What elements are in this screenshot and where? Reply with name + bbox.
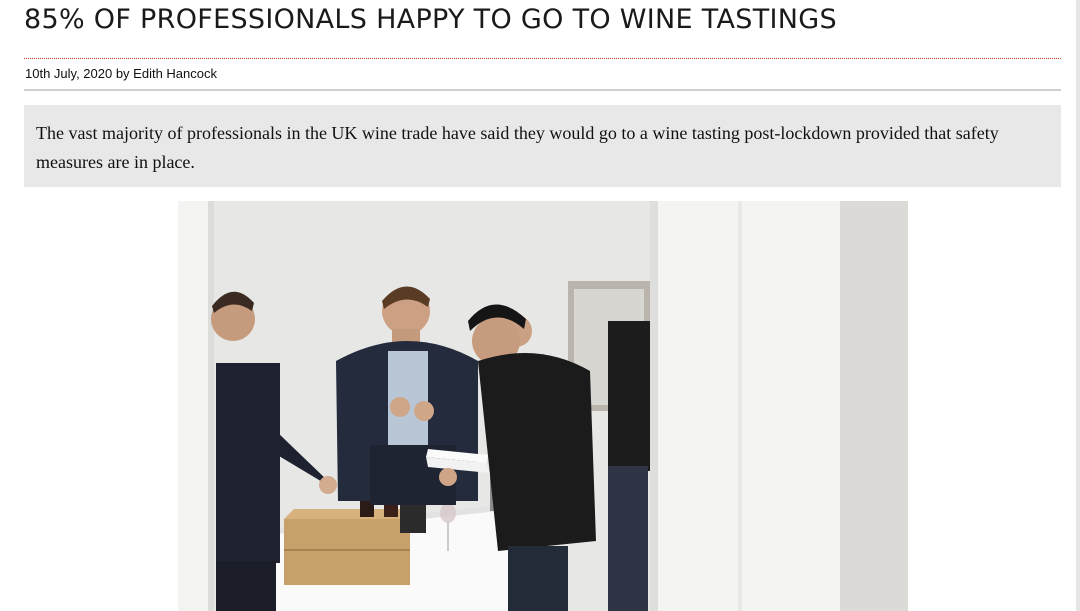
- article-standfirst: The vast majority of professionals in th…: [24, 105, 1061, 187]
- article-byline: 10th July, 2020 by Edith Hancock: [25, 66, 217, 81]
- standfirst-text: The vast majority of professionals in th…: [36, 123, 999, 172]
- article-page: 85% OF PROFESSIONALS HAPPY TO GO TO WINE…: [0, 0, 1080, 611]
- photo-wine-tasting: [178, 201, 908, 611]
- title-divider: [24, 58, 1061, 59]
- page-edge: [1076, 0, 1080, 611]
- article-title: 85% OF PROFESSIONALS HAPPY TO GO TO WINE…: [24, 4, 837, 35]
- article-photo: [178, 201, 908, 611]
- byline-divider: [24, 89, 1061, 91]
